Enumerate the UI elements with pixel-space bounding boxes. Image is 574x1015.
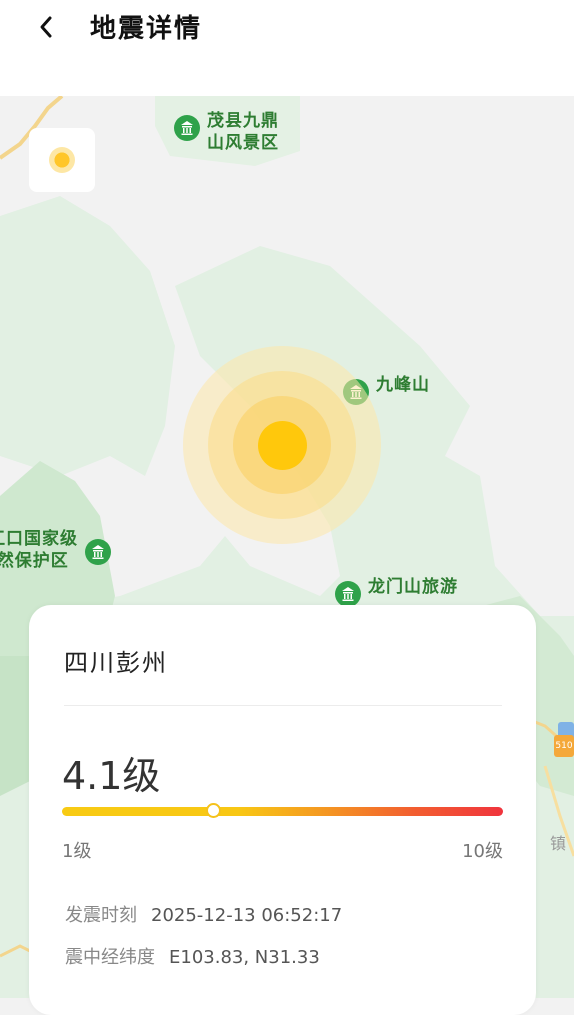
magnitude-gradient-bar (62, 807, 503, 816)
scale-min-label: 1级 (62, 841, 92, 862)
scale-max-label: 10级 (462, 841, 503, 862)
magnitude-marker (205, 803, 221, 818)
magnitude-value: 4.1级 (62, 754, 161, 798)
location-name: 四川彭州 (64, 649, 168, 677)
earthquake-info-card: 四川彭州 4.1级 1级 10级 发震时刻 2025-12-13 06:52:17… (29, 605, 536, 1015)
poi-label: 龙门山旅游 (368, 577, 458, 597)
poi-label: 九峰山 (376, 375, 430, 395)
poi-longmenshan[interactable]: 龙门山旅游 (334, 576, 458, 608)
magnitude-scale (62, 803, 503, 818)
poi-jiuding-mountain[interactable]: 茂县九鼎 山风景区 (173, 110, 279, 154)
coord-value: E103.83, N31.33 (169, 947, 320, 968)
app-header: 地震详情 (0, 0, 574, 96)
poi-jiangkou-reserve[interactable]: 江口国家级 )然保护区 (0, 528, 112, 572)
epicenter-dot (258, 421, 307, 470)
divider (64, 705, 502, 706)
museum-pin-icon (335, 581, 361, 607)
museum-pin-icon (174, 115, 200, 141)
legend-button[interactable] (29, 128, 95, 192)
page-title: 地震详情 (90, 14, 203, 44)
time-label: 发震时刻 (65, 905, 137, 926)
poi-label: 茂县九鼎 山风景区 (207, 111, 279, 153)
poi-label: 江口国家级 )然保护区 (0, 529, 78, 571)
epicenter-marker[interactable] (183, 346, 381, 544)
coord-label: 震中经纬度 (65, 947, 155, 968)
time-row: 发震时刻 2025-12-13 06:52:17 (65, 901, 342, 927)
museum-pin-icon (85, 539, 111, 565)
map-place-label: 镇 (549, 834, 566, 853)
time-value: 2025-12-13 06:52:17 (151, 905, 343, 926)
road-badge: 510 (554, 735, 574, 757)
epicenter-legend-icon (49, 147, 75, 173)
coord-row: 震中经纬度 E103.83, N31.33 (65, 943, 320, 969)
chevron-left-icon[interactable] (30, 12, 64, 42)
